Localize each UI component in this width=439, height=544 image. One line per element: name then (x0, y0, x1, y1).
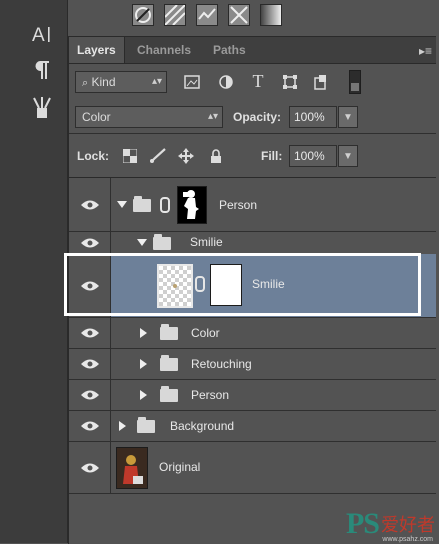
paragraph-panel-icon[interactable] (28, 56, 56, 84)
eye-icon[interactable] (79, 388, 101, 402)
folder-icon (160, 386, 178, 402)
gradient-swatch-icon[interactable] (260, 4, 282, 26)
expand-triangle-icon[interactable] (140, 328, 147, 338)
layer-name: Background (170, 419, 235, 433)
lock-label: Lock: (77, 149, 110, 163)
expand-triangle-icon[interactable] (140, 390, 147, 400)
expand-triangle-icon[interactable] (140, 359, 147, 369)
layer-row[interactable]: Original (69, 441, 436, 494)
eye-icon[interactable] (79, 461, 101, 475)
eye-icon[interactable] (79, 357, 101, 371)
expand-triangle-icon[interactable] (119, 421, 126, 431)
layer-mask-thumbnail[interactable] (177, 186, 207, 224)
collapse-triangle-icon[interactable] (117, 201, 127, 208)
eye-icon[interactable] (79, 326, 101, 340)
updown-arrow-icon: ▴▾ (151, 76, 162, 87)
layer-row[interactable]: Background (69, 410, 436, 442)
opacity-input[interactable]: 100% (289, 106, 337, 128)
layer-row[interactable]: Person (69, 178, 436, 232)
eye-icon[interactable] (79, 198, 101, 212)
updown-arrow-icon: ▴▾ (207, 111, 218, 122)
layer-name: Smilie (252, 277, 285, 291)
lock-transparent-pixels-icon[interactable] (121, 147, 139, 165)
tab-channels[interactable]: Channels (129, 37, 199, 63)
layer-name: Smilie (190, 235, 223, 249)
panel-tabs: Layers Channels Paths ▸≡ (69, 37, 436, 64)
layer-name: Person (219, 198, 258, 212)
lock-position-icon[interactable] (177, 147, 195, 165)
fill-input[interactable]: 100% (289, 145, 337, 167)
brush-presets-icon[interactable] (28, 94, 56, 122)
opacity-label: Opacity: (233, 110, 282, 124)
character-panel-icon[interactable]: A (28, 20, 56, 48)
filter-kind-dropdown[interactable]: ⌕ Kind ▴▾ (75, 71, 167, 93)
lock-row: Lock: Fill: 100% ▼ (69, 141, 436, 171)
search-icon: ⌕ (82, 77, 89, 89)
opacity-dropdown-arrow[interactable]: ▼ (338, 106, 358, 128)
layer-row-selected[interactable]: Smilie (69, 254, 436, 318)
filter-toggle-switch[interactable] (349, 70, 361, 94)
layer-thumbnail[interactable] (116, 447, 148, 489)
layer-row[interactable]: Retouching (69, 348, 436, 380)
eye-icon[interactable] (79, 419, 101, 433)
blend-row: Color ▴▾ Opacity: 100% ▼ (69, 103, 436, 134)
panel-dock-icons: A (0, 0, 68, 543)
eye-icon[interactable] (79, 279, 101, 293)
watermark-ps: PS (345, 507, 380, 540)
smart-object-filter-icon[interactable] (311, 73, 329, 91)
layer-name: Retouching (191, 357, 252, 371)
layer-row[interactable]: Smilie (69, 231, 436, 255)
lock-image-pixels-icon[interactable] (149, 147, 167, 165)
watermark-url: www.psahz.com (382, 536, 433, 543)
preset-swatch-icon[interactable] (132, 4, 154, 26)
tab-paths[interactable]: Paths (205, 37, 254, 63)
layer-name: Person (191, 388, 230, 402)
panel-menu-icon[interactable]: ▸≡ (419, 44, 432, 58)
folder-icon (160, 324, 178, 340)
svg-text:A: A (32, 25, 45, 45)
chain-link-icon[interactable] (160, 197, 170, 213)
layer-thumbnail[interactable] (157, 264, 193, 308)
type-filter-icon[interactable]: T (249, 71, 267, 91)
preset-swatch-icon[interactable] (196, 4, 218, 26)
blend-mode-value: Color (82, 110, 111, 124)
layer-name: Original (159, 460, 201, 474)
folder-icon (160, 355, 178, 371)
folder-icon (137, 417, 155, 433)
preset-swatch-icon[interactable] (228, 4, 250, 26)
filter-kind-label: Kind (91, 75, 116, 89)
tab-layers[interactable]: Layers (69, 37, 125, 63)
watermark-cn: 爱好者 (381, 515, 435, 535)
fill-label: Fill: (261, 149, 283, 163)
chain-link-icon[interactable] (195, 276, 205, 292)
shape-filter-icon[interactable] (281, 73, 299, 91)
layer-name: Color (191, 326, 220, 340)
pixel-filter-icon[interactable] (183, 73, 201, 91)
layer-row[interactable]: Person (69, 379, 436, 411)
eye-icon[interactable] (79, 236, 101, 250)
adjustment-filter-icon[interactable] (217, 73, 235, 91)
layer-mask-thumbnail[interactable] (210, 264, 242, 306)
folder-icon (133, 196, 151, 212)
lock-all-icon[interactable] (207, 147, 225, 165)
folder-icon (153, 234, 171, 250)
fill-dropdown-arrow[interactable]: ▼ (338, 145, 358, 167)
layers-list: Person Smilie Smilie Color Retouching Pe… (69, 177, 436, 494)
collapse-triangle-icon[interactable] (137, 239, 147, 246)
layers-panel: Layers Channels Paths ▸≡ ⌕ Kind ▴▾ T Col (68, 36, 436, 544)
blend-mode-dropdown[interactable]: Color ▴▾ (75, 106, 223, 128)
layer-row[interactable]: Color (69, 317, 436, 349)
filter-row: ⌕ Kind ▴▾ T (69, 67, 436, 97)
top-partial-panel (68, 0, 439, 32)
preset-swatch-icon[interactable] (164, 4, 186, 26)
